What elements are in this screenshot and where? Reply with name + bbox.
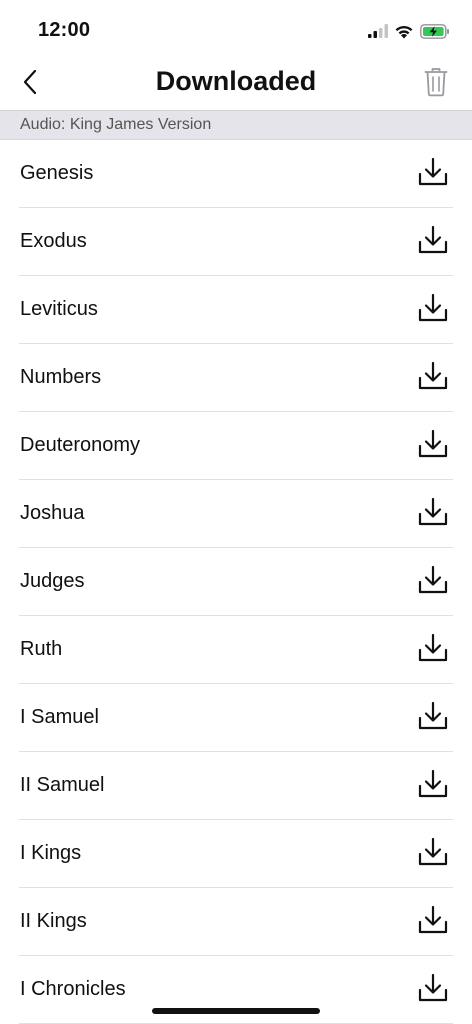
trash-icon (424, 67, 448, 102)
download-button[interactable] (416, 361, 450, 395)
book-name: Ruth (20, 638, 63, 660)
list-item[interactable]: Ruth (0, 616, 472, 684)
download-icon (417, 496, 449, 533)
download-icon (417, 972, 449, 1009)
download-button[interactable] (416, 905, 450, 939)
home-indicator[interactable] (152, 1008, 320, 1014)
list-item[interactable]: Judges (0, 548, 472, 616)
download-button[interactable] (416, 769, 450, 803)
download-icon (417, 428, 449, 465)
status-time: 12:00 (38, 19, 91, 41)
book-name: Leviticus (20, 298, 98, 320)
list-item[interactable]: II Samuel (0, 752, 472, 820)
download-button[interactable] (416, 157, 450, 191)
list-item[interactable]: I Samuel (0, 684, 472, 752)
download-icon (417, 904, 449, 941)
book-name: Joshua (20, 502, 85, 524)
list-item[interactable]: I Kings (0, 820, 472, 888)
screen: 12:00 Downloaded Audio: King James Versi… (0, 0, 472, 1024)
status-icons (368, 20, 450, 42)
download-icon (417, 700, 449, 737)
list-item[interactable]: Genesis (0, 140, 472, 208)
book-name: II Kings (20, 910, 87, 932)
book-list: Genesis Exodus Leviticus Numbers Deutero… (0, 140, 472, 1024)
cellular-signal-icon (368, 24, 388, 38)
download-icon (417, 564, 449, 601)
download-button[interactable] (416, 293, 450, 327)
list-item[interactable]: Numbers (0, 344, 472, 412)
book-name: II Samuel (20, 774, 105, 796)
list-item[interactable]: Joshua (0, 480, 472, 548)
book-name: Numbers (20, 366, 102, 388)
list-item[interactable]: Deuteronomy (0, 412, 472, 480)
download-icon (417, 360, 449, 397)
book-name: I Kings (20, 842, 82, 864)
download-icon (417, 292, 449, 329)
wifi-icon (394, 24, 414, 39)
download-button[interactable] (416, 225, 450, 259)
download-button[interactable] (416, 701, 450, 735)
download-icon (417, 156, 449, 193)
list-item[interactable]: Exodus (0, 208, 472, 276)
page-title: Downloaded (155, 66, 317, 96)
book-name: Judges (20, 570, 85, 592)
download-button[interactable] (416, 497, 450, 531)
book-name: Exodus (20, 230, 87, 252)
section-header-label: Audio: King James Version (20, 116, 212, 133)
list-item[interactable]: II Kings (0, 888, 472, 956)
book-name: Deuteronomy (20, 434, 141, 456)
nav-bar: Downloaded (0, 56, 472, 110)
battery-charging-icon (420, 23, 450, 39)
status-bar: 12:00 (0, 0, 472, 56)
download-icon (417, 632, 449, 669)
download-button[interactable] (416, 973, 450, 1007)
download-button[interactable] (416, 837, 450, 871)
book-name: I Chronicles (20, 978, 126, 1000)
section-header: Audio: King James Version (0, 110, 472, 140)
download-icon (417, 224, 449, 261)
book-name: Genesis (20, 162, 94, 184)
list-item[interactable]: Leviticus (0, 276, 472, 344)
download-button[interactable] (416, 633, 450, 667)
book-name: I Samuel (20, 706, 99, 728)
delete-all-button[interactable] (418, 64, 454, 104)
download-button[interactable] (416, 565, 450, 599)
download-icon (417, 836, 449, 873)
download-button[interactable] (416, 429, 450, 463)
download-icon (417, 768, 449, 805)
